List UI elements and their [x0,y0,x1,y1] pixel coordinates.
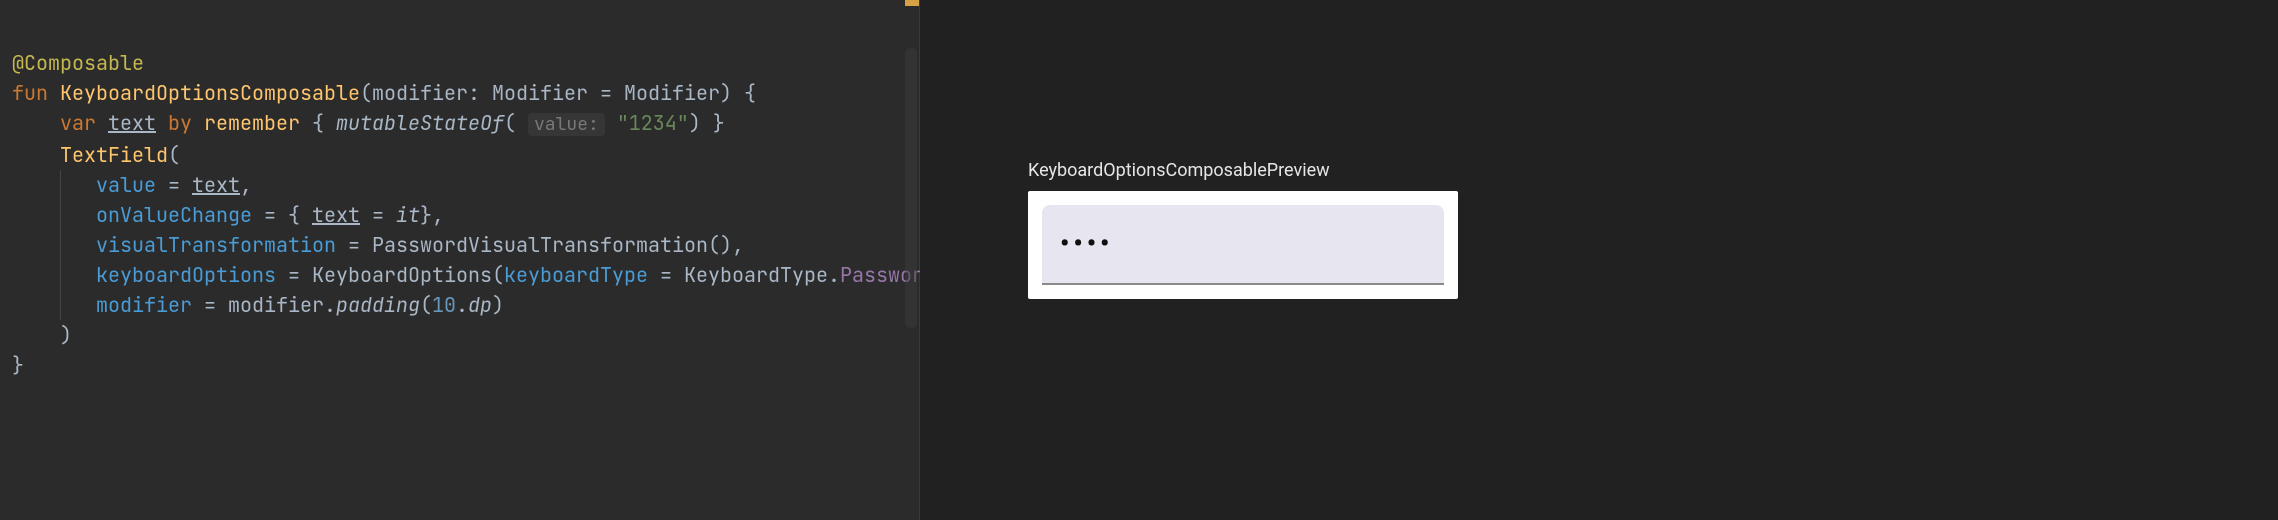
preview-surface: •••• [1028,191,1458,299]
call-keyboardoptions: KeyboardOptions [312,262,492,288]
ref-it: it [396,202,420,228]
keyword-fun: fun [12,80,48,106]
num-10: 10 [432,292,456,318]
ref-text: text [192,172,240,198]
default-modifier: Modifier [624,80,720,106]
keyword-by: by [168,110,192,136]
call-mutablestateof: mutableStateOf [336,110,504,136]
code-editor[interactable]: @Composable fun KeyboardOptionsComposabl… [0,0,920,520]
param-onvaluechange: onValueChange [96,202,252,228]
ref-modifier: modifier [228,292,324,318]
type-modifier: Modifier [492,80,588,106]
unit-dp: dp [468,292,492,318]
preview-block: KeyboardOptionsComposablePreview •••• [1028,160,1458,299]
compose-preview-pane[interactable]: KeyboardOptionsComposablePreview •••• [920,0,2278,520]
string-1234: "1234" [617,110,689,136]
ref-text-2: text [312,202,360,228]
editor-scrollbar[interactable] [905,48,917,328]
annotation: @Composable [12,50,144,76]
var-text: text [108,110,156,136]
param-value: value [96,172,156,198]
call-remember: remember [204,110,300,136]
call-passwordvisualtransformation: PasswordVisualTransformation [372,232,708,258]
gutter-warning-mark [905,0,919,6]
function-name: KeyboardOptionsComposable [60,80,360,106]
param-keyboardtype: keyboardType [504,262,648,288]
inline-hint-value: value: [528,113,605,136]
preview-title: KeyboardOptionsComposablePreview [1028,160,1458,181]
param-modifier: modifier [96,292,192,318]
code-content[interactable]: @Composable fun KeyboardOptionsComposabl… [12,18,919,380]
param-visualtransformation: visualTransformation [96,232,336,258]
param-keyboardoptions: keyboardOptions [96,262,276,288]
call-textfield: TextField [60,142,168,168]
eq: = [588,80,624,106]
type-keyboardtype: KeyboardType [684,262,828,288]
password-masked-value: •••• [1060,229,1113,259]
keyword-var: var [60,110,96,136]
password-textfield[interactable]: •••• [1042,205,1444,285]
call-padding: padding [336,292,420,318]
param-name-modifier: modifier [372,80,468,106]
